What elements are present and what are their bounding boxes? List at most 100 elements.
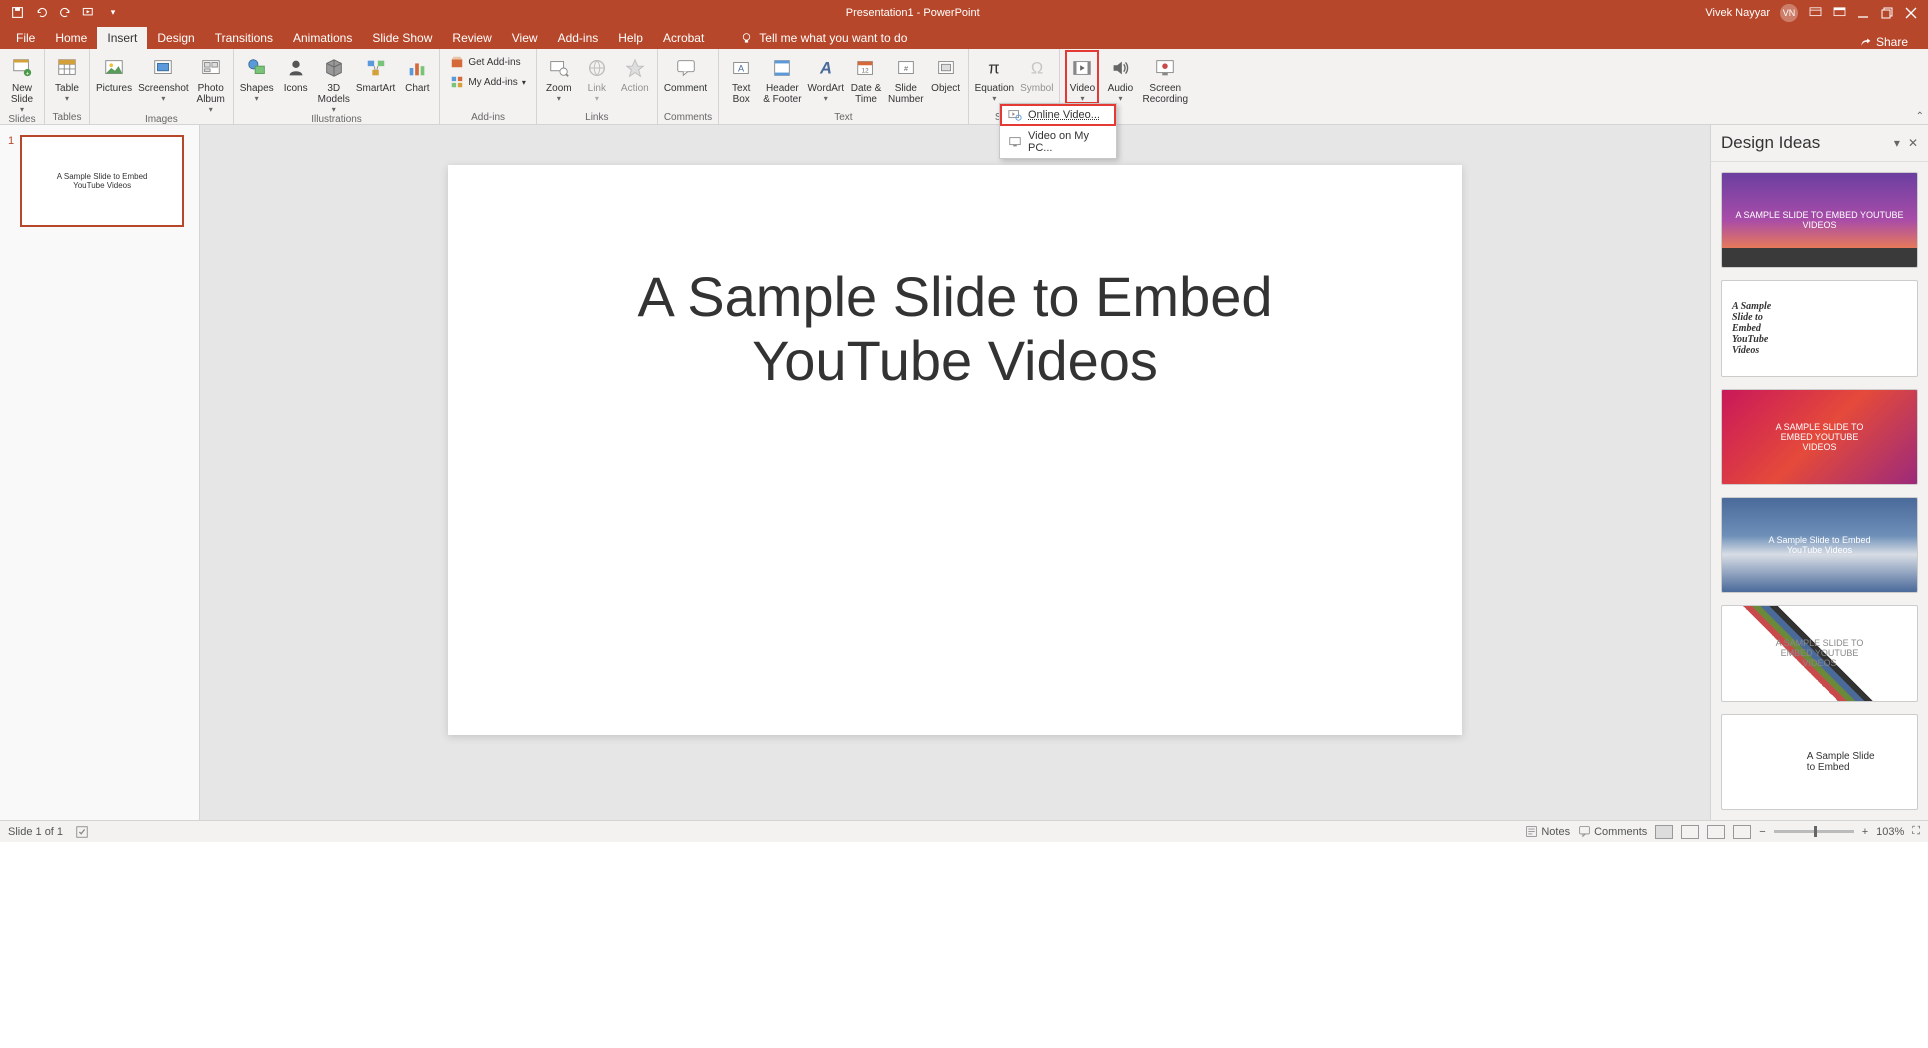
close-icon[interactable]	[1904, 6, 1918, 20]
slide-title-text[interactable]: A Sample Slide to Embed YouTube Videos	[637, 265, 1272, 394]
zoom-percent[interactable]: 103%	[1876, 826, 1904, 838]
qat-customize-icon[interactable]: ▾	[106, 6, 120, 20]
start-from-beginning-icon[interactable]	[82, 6, 96, 20]
design-ideas-header: Design Ideas ▾ ✕	[1711, 125, 1928, 162]
canvas-area[interactable]: A Sample Slide to Embed YouTube Videos	[200, 125, 1710, 820]
pane-options-icon[interactable]: ▾	[1894, 136, 1900, 150]
zoom-slider[interactable]	[1774, 830, 1854, 833]
tab-slideshow[interactable]: Slide Show	[362, 27, 442, 49]
tell-me-search[interactable]: Tell me what you want to do	[734, 27, 913, 49]
tab-transitions[interactable]: Transitions	[205, 27, 283, 49]
sorter-view-icon[interactable]	[1681, 825, 1699, 839]
wordart-button[interactable]: A WordArt ▾	[808, 51, 845, 103]
undo-icon[interactable]	[34, 6, 48, 20]
tab-addins[interactable]: Add-ins	[548, 27, 609, 49]
screenshot-button[interactable]: Screenshot ▾	[138, 51, 189, 103]
redo-icon[interactable]	[58, 6, 72, 20]
design-idea-5[interactable]: A SAMPLE SLIDE TO EMBED YOUTUBE VIDEOS	[1721, 605, 1918, 701]
icons-button[interactable]: Icons	[280, 51, 312, 94]
tab-acrobat[interactable]: Acrobat	[653, 27, 714, 49]
object-label: Object	[931, 83, 960, 94]
status-bar: Slide 1 of 1 Notes Comments − + 103% ⛶	[0, 820, 1928, 842]
chart-button[interactable]: Chart	[401, 51, 433, 94]
design-ideas-list[interactable]: A SAMPLE SLIDE TO EMBED YOUTUBE VIDEOS A…	[1711, 162, 1928, 820]
share-button[interactable]: Share	[1845, 35, 1922, 49]
header-footer-button[interactable]: Header & Footer	[763, 51, 801, 105]
close-pane-icon[interactable]: ✕	[1908, 136, 1918, 150]
pictures-button[interactable]: Pictures	[96, 51, 132, 94]
3d-models-button[interactable]: 3D Models ▾	[318, 51, 350, 114]
video-button[interactable]: Video ▾	[1066, 51, 1098, 103]
smartart-label: SmartArt	[356, 83, 395, 94]
fit-to-window-icon[interactable]: ⛶	[1912, 825, 1920, 838]
action-button[interactable]: Action	[619, 51, 651, 94]
link-button[interactable]: Link ▾	[581, 51, 613, 103]
group-slides-label: Slides	[6, 114, 38, 126]
online-video-icon	[1008, 108, 1022, 122]
zoom-out-button[interactable]: −	[1759, 826, 1765, 838]
minimize-icon[interactable]	[1856, 6, 1870, 20]
collapse-ribbon-icon[interactable]: ⌃	[1916, 111, 1924, 122]
user-avatar[interactable]: VN	[1780, 4, 1798, 22]
tab-file[interactable]: File	[6, 27, 45, 49]
spellcheck-icon[interactable]	[75, 825, 89, 839]
tab-review[interactable]: Review	[442, 27, 501, 49]
date-time-button[interactable]: 12 Date & Time	[850, 51, 882, 105]
design-idea-3[interactable]: A SAMPLE SLIDE TO EMBED YOUTUBE VIDEOS	[1721, 389, 1918, 485]
object-button[interactable]: Object	[930, 51, 962, 94]
slide-number-button[interactable]: # Slide Number	[888, 51, 924, 105]
online-video-menu-item[interactable]: Online Video...	[1000, 104, 1116, 126]
tab-animations[interactable]: Animations	[283, 27, 362, 49]
textbox-button[interactable]: A Text Box	[725, 51, 757, 105]
smartart-button[interactable]: SmartArt	[356, 51, 395, 94]
display-options-icon[interactable]	[1808, 6, 1822, 20]
design-idea-1[interactable]: A SAMPLE SLIDE TO EMBED YOUTUBE VIDEOS	[1721, 172, 1918, 268]
my-addins-label: My Add-ins	[468, 77, 517, 88]
chart-icon	[404, 55, 430, 81]
reading-view-icon[interactable]	[1707, 825, 1725, 839]
tab-design[interactable]: Design	[147, 27, 204, 49]
save-icon[interactable]	[10, 6, 24, 20]
shapes-button[interactable]: Shapes ▾	[240, 51, 274, 103]
slide-thumbnails-pane[interactable]: 1 A Sample Slide to Embed YouTube Videos	[0, 125, 200, 820]
video-on-pc-menu-item[interactable]: Video on My PC...	[1000, 126, 1116, 158]
svg-text:Ω: Ω	[1031, 60, 1043, 78]
thumbnail-1[interactable]: A Sample Slide to Embed YouTube Videos	[20, 135, 184, 227]
design-idea-6[interactable]: A Sample Slide to Embed	[1721, 714, 1918, 810]
date-time-icon: 12	[853, 55, 879, 81]
screen-recording-button[interactable]: Screen Recording	[1142, 51, 1188, 105]
tab-view[interactable]: View	[502, 27, 548, 49]
slide-canvas[interactable]: A Sample Slide to Embed YouTube Videos	[448, 165, 1462, 735]
equation-button[interactable]: π Equation ▾	[975, 51, 1014, 103]
video-icon	[1069, 55, 1095, 81]
photo-album-button[interactable]: Photo Album ▾	[195, 51, 227, 114]
design-idea-4[interactable]: A Sample Slide to Embed YouTube Videos	[1721, 497, 1918, 593]
slideshow-view-icon[interactable]	[1733, 825, 1751, 839]
new-slide-button[interactable]: + New Slide ▾	[6, 51, 38, 114]
ribbon-options-icon[interactable]	[1832, 6, 1846, 20]
pictures-icon	[101, 55, 127, 81]
tab-insert[interactable]: Insert	[97, 27, 147, 49]
design-idea-2[interactable]: A Sample Slide to Embed YouTube Videos	[1721, 280, 1918, 376]
slide-counter[interactable]: Slide 1 of 1	[8, 826, 63, 838]
online-video-label: Online Video...	[1028, 109, 1100, 121]
comment-button[interactable]: Comment	[664, 51, 707, 94]
wordart-icon: A	[813, 55, 839, 81]
audio-button[interactable]: Audio ▾	[1104, 51, 1136, 103]
tab-home[interactable]: Home	[45, 27, 97, 49]
normal-view-icon[interactable]	[1655, 825, 1673, 839]
symbol-button[interactable]: Ω Symbol	[1020, 51, 1053, 94]
zoom-button[interactable]: Zoom ▾	[543, 51, 575, 103]
audio-label: Audio	[1108, 83, 1134, 94]
get-addins-button[interactable]: Get Add-ins	[446, 53, 529, 71]
slide-number-icon: #	[893, 55, 919, 81]
group-text: A Text Box Header & Footer A WordArt ▾ 1…	[719, 49, 968, 124]
tab-help[interactable]: Help	[608, 27, 653, 49]
restore-icon[interactable]	[1880, 6, 1894, 20]
zoom-in-button[interactable]: +	[1862, 826, 1868, 838]
notes-button[interactable]: Notes	[1525, 825, 1570, 838]
my-addins-button[interactable]: My Add-ins ▾	[446, 73, 529, 91]
table-button[interactable]: Table ▾	[51, 51, 83, 103]
work-area: 1 A Sample Slide to Embed YouTube Videos…	[0, 125, 1928, 820]
comments-button[interactable]: Comments	[1578, 825, 1647, 838]
